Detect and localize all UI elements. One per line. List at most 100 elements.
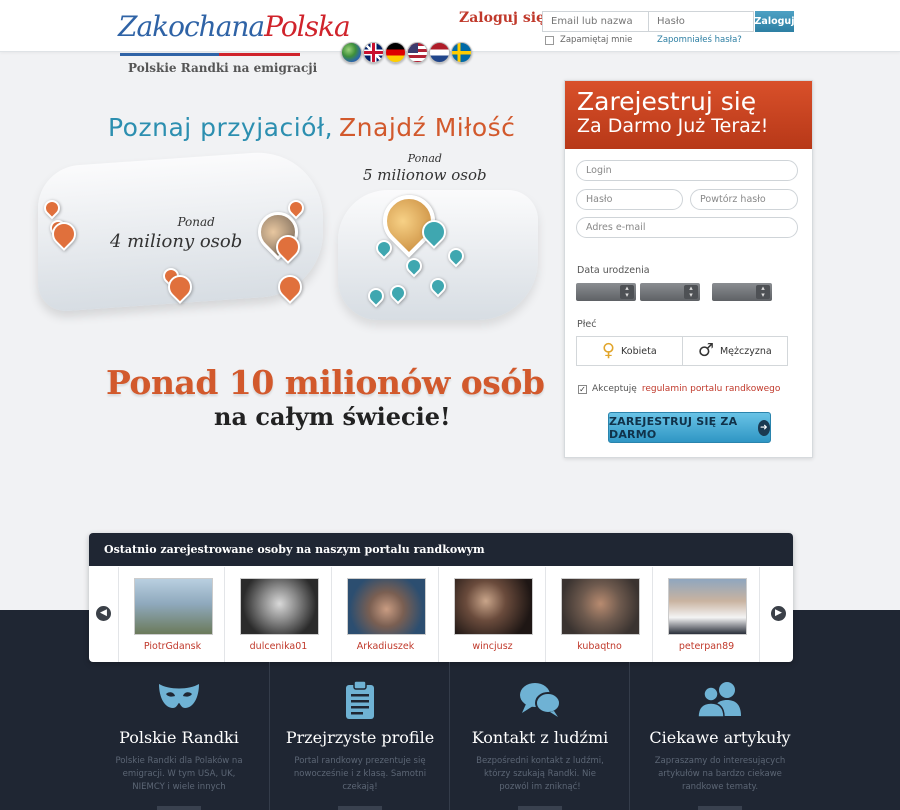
user-name-link[interactable]: peterpan89 xyxy=(653,641,760,652)
select-arrows-icon: ▴ ▾ xyxy=(620,285,634,299)
user-card[interactable]: Arkadiuszek xyxy=(332,567,439,662)
female-label: Kobieta xyxy=(621,345,657,357)
chat-bubbles-icon xyxy=(450,680,630,720)
user-card[interactable]: wincjusz xyxy=(439,567,546,662)
user-card[interactable]: dulcenika01 xyxy=(225,567,332,662)
gender-label: Płeć xyxy=(577,319,597,330)
europe-count: Ponad 5 milionow osob xyxy=(363,152,487,184)
register-login-input[interactable]: Login xyxy=(576,160,798,181)
user-photo[interactable] xyxy=(561,578,640,635)
recent-users-title: Ostatnio zarejestrowane osoby na naszym … xyxy=(89,533,793,566)
login-title: Zaloguj się xyxy=(459,10,545,26)
remember-me[interactable]: Zapamiętaj mnie xyxy=(545,35,632,45)
feature-divider xyxy=(157,806,201,810)
hero-subheadline: na całym świecie! xyxy=(214,402,451,431)
user-name-link[interactable]: PiotrGdansk xyxy=(119,641,226,652)
site-logo[interactable]: ZakochanaPolska xyxy=(118,10,351,62)
registration-title: Zarejestruj się xyxy=(577,87,757,116)
user-photo[interactable] xyxy=(347,578,426,635)
logo-wordmark: ZakochanaPolska xyxy=(118,10,351,43)
arrow-right-icon: ➜ xyxy=(757,419,770,436)
gender-male-option[interactable]: ♂ Mężczyzna xyxy=(683,337,788,365)
gender-selector: ♀ Kobieta ♂ Mężczyzna xyxy=(576,336,788,366)
globe-flag-icon[interactable] xyxy=(341,42,362,63)
user-card[interactable]: PiotrGdansk xyxy=(118,567,225,662)
feature-divider xyxy=(698,806,742,810)
forgot-password-link[interactable]: Zapomniałeś hasła? xyxy=(657,35,742,45)
world-maps-illustration: Ponad 4 miliony osob Ponad 5 milionow osob xyxy=(38,148,548,350)
feature-title: Polskie Randki xyxy=(119,728,239,747)
feature-kontakt: Kontakt z ludźmi Bezpośredni kontakt z l… xyxy=(449,662,629,810)
sweden-flag-icon[interactable] xyxy=(451,42,472,63)
user-photo[interactable] xyxy=(134,578,213,635)
gender-female-option[interactable]: ♀ Kobieta xyxy=(577,337,683,365)
user-name-link[interactable]: kubaqtno xyxy=(546,641,653,652)
feature-text: Portal randkowy prezentuje się nowocześn… xyxy=(293,756,427,792)
language-flags xyxy=(341,42,472,64)
clipboard-icon xyxy=(270,680,450,720)
feature-title: Ciekawe artykuły xyxy=(649,728,791,747)
hero-title-part2: Znajdź Miłość xyxy=(339,113,516,142)
register-email-input[interactable]: Adres e-mail xyxy=(576,217,798,238)
feature-text: Bezpośredni kontakt z ludźmi, którzy szu… xyxy=(476,756,604,792)
birth-month-select[interactable]: ▴ ▾ xyxy=(640,283,700,301)
user-photo[interactable] xyxy=(240,578,319,635)
hero-headline: Ponad 10 milionów osób xyxy=(106,363,545,402)
logo-underline xyxy=(120,53,300,56)
terms-acceptance: ✓ Akceptuję regulamin portalu randkowego xyxy=(578,384,780,394)
netherlands-flag-icon[interactable] xyxy=(429,42,450,63)
hero-title: Poznaj przyjaciół, Znajdź Miłość xyxy=(108,113,515,142)
usa-count: Ponad 4 miliony osob xyxy=(110,215,243,252)
birth-day-select[interactable]: ▴ ▾ xyxy=(576,283,636,301)
feature-text: Polskie Randki dla Polaków na emigracji.… xyxy=(115,756,243,792)
user-name-link[interactable]: dulcenika01 xyxy=(225,641,332,652)
male-symbol-icon: ♂ xyxy=(697,340,714,361)
feature-przejrzyste-profile: Przejrzyste profile Portal randkowy prez… xyxy=(269,662,449,810)
remember-label: Zapamiętaj mnie xyxy=(560,35,633,45)
register-submit-label: ZAREJESTRUJ SIĘ ZA DARMO xyxy=(609,414,738,441)
register-password-input[interactable]: Hasło xyxy=(576,189,683,210)
terms-link[interactable]: regulamin portalu randkowego xyxy=(642,384,780,394)
terms-checkbox[interactable]: ✓ xyxy=(578,384,587,394)
female-symbol-icon: ♀ xyxy=(601,340,616,361)
accept-label: Akceptuję xyxy=(592,384,637,394)
germany-flag-icon[interactable] xyxy=(385,42,406,63)
uk-flag-icon[interactable] xyxy=(363,42,384,63)
registration-subtitle: Za Darmo Już Teraz! xyxy=(577,115,769,137)
birth-year-select[interactable]: ▴ ▾ xyxy=(712,283,772,301)
users-icon xyxy=(630,680,810,720)
male-label: Mężczyzna xyxy=(719,345,772,357)
usa-flag-icon[interactable] xyxy=(407,42,428,63)
feature-title: Kontakt z ludźmi xyxy=(471,728,609,747)
user-name-link[interactable]: Arkadiuszek xyxy=(332,641,439,652)
register-submit-button[interactable]: ZAREJESTRUJ SIĘ ZA DARMO ➜ xyxy=(608,412,771,443)
site-tagline: Polskie Randki na emigracji xyxy=(128,61,318,75)
recent-users-list: PiotrGdansk dulcenika01 Arkadiuszek winc… xyxy=(118,567,764,662)
registration-panel: Zarejestruj się Za Darmo Już Teraz! Logi… xyxy=(564,80,813,458)
login-password-input[interactable] xyxy=(649,11,754,32)
birthdate-label: Data urodzenia xyxy=(577,265,650,276)
user-photo[interactable] xyxy=(454,578,533,635)
user-card[interactable]: kubaqtno xyxy=(546,567,653,662)
feature-title: Przejrzyste profile xyxy=(285,728,435,747)
login-button[interactable]: Zaloguj xyxy=(755,11,794,32)
hero-title-part1: Poznaj przyjaciół, xyxy=(108,113,334,142)
carousel-prev-icon[interactable]: ◀ xyxy=(96,606,111,621)
recent-users-panel: Ostatnio zarejestrowane osoby na naszym … xyxy=(89,533,793,662)
mask-icon xyxy=(89,680,269,720)
login-email-input[interactable] xyxy=(542,11,649,32)
user-photo[interactable] xyxy=(668,578,747,635)
feature-artykuly: Ciekawe artykuły Zapraszamy do interesuj… xyxy=(629,662,809,810)
feature-divider xyxy=(338,806,382,810)
feature-divider xyxy=(518,806,562,810)
europe-map xyxy=(338,190,538,320)
remember-checkbox[interactable] xyxy=(545,35,554,45)
register-repeat-password-input[interactable]: Powtórz hasło xyxy=(690,189,798,210)
carousel-next-icon[interactable]: ▶ xyxy=(771,606,786,621)
select-arrows-icon: ▴ ▾ xyxy=(684,285,698,299)
user-card[interactable]: peterpan89 xyxy=(653,567,760,662)
feature-text: Zapraszamy do interesujących artykułów n… xyxy=(654,756,786,792)
feature-polskie-randki: Polskie Randki Polskie Randki dla Polakó… xyxy=(89,662,269,810)
select-arrows-icon: ▴ ▾ xyxy=(756,285,770,299)
user-name-link[interactable]: wincjusz xyxy=(439,641,546,652)
